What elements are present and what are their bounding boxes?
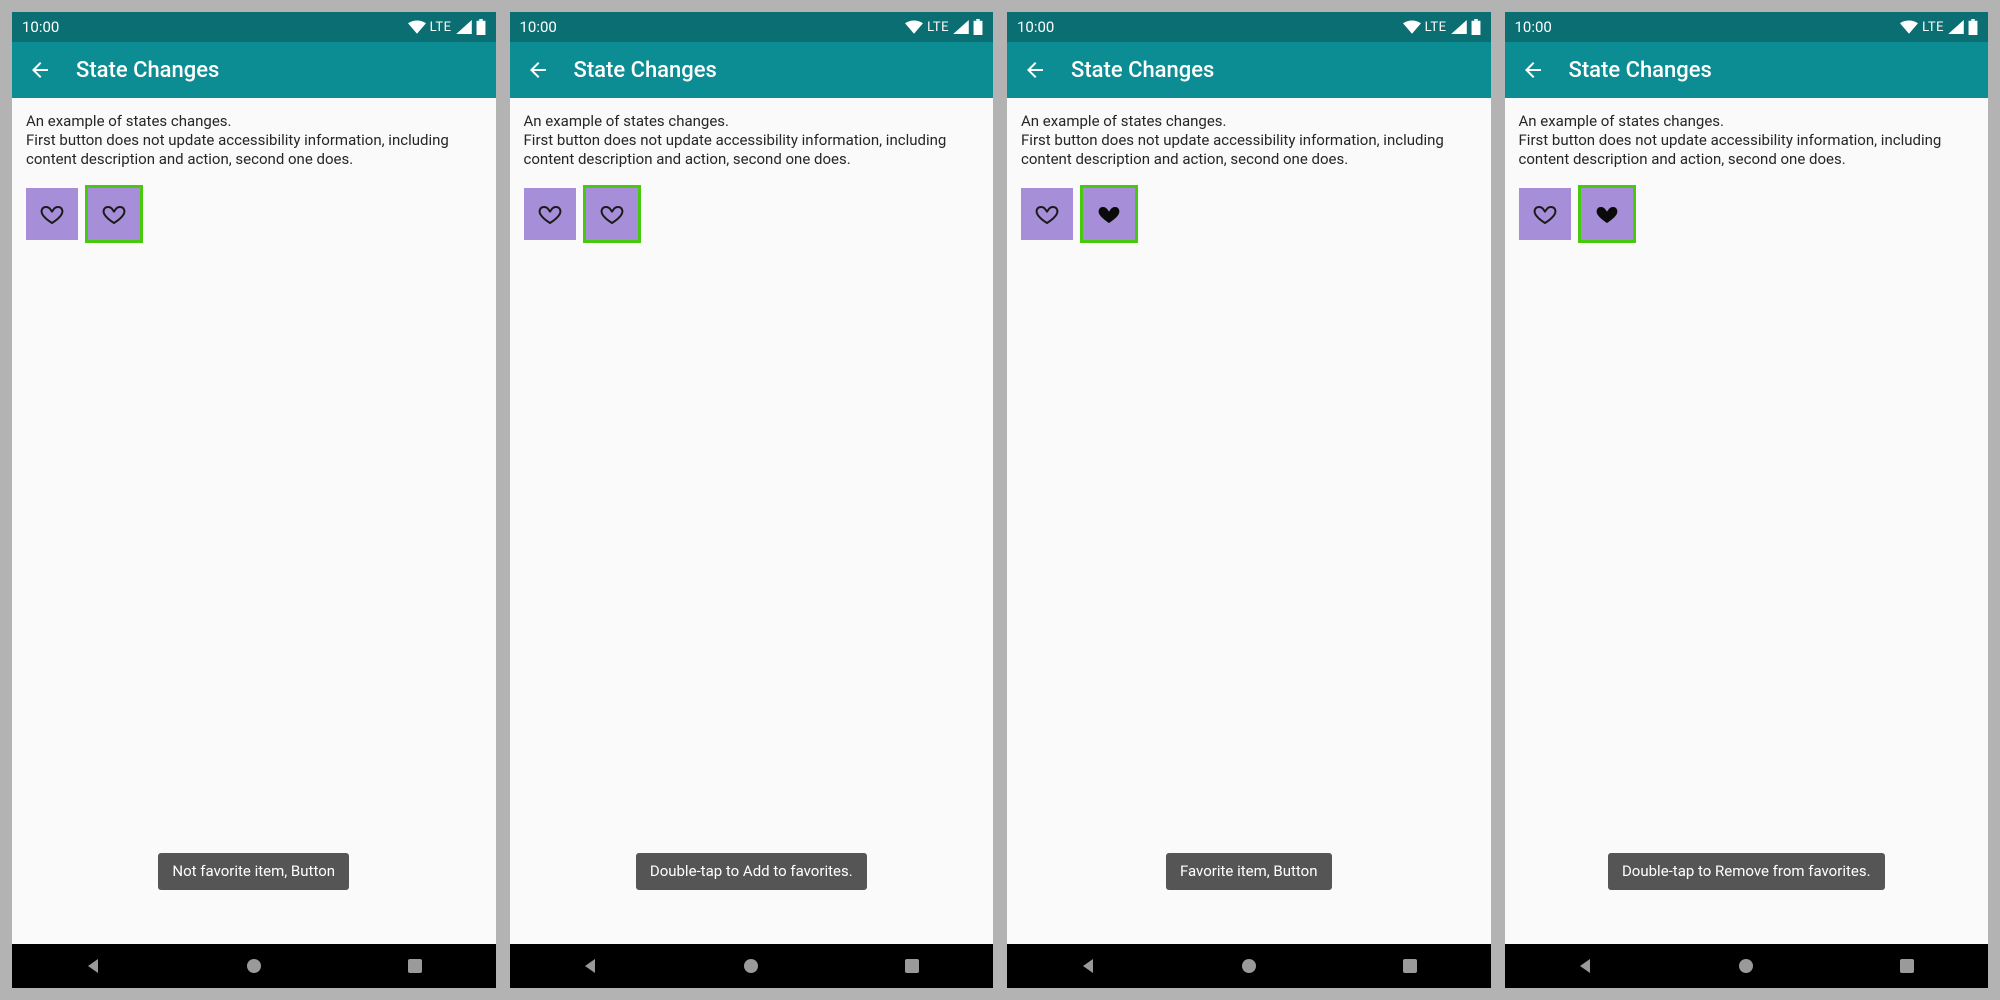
nav-recent-button[interactable] (1885, 944, 1929, 988)
nav-back-button[interactable] (1563, 944, 1607, 988)
favorite-button-2[interactable] (586, 188, 638, 240)
network-label: LTE (430, 20, 452, 35)
heart-outline-icon (600, 202, 624, 226)
toast-container: Double-tap to Add to favorites. (510, 853, 994, 890)
nav-recent-button[interactable] (890, 944, 934, 988)
status-icons: LTE (905, 19, 983, 35)
status-bar: 10:00 LTE (510, 12, 994, 42)
app-bar: State Changes (12, 42, 496, 98)
toast-message: Favorite item, Button (1166, 853, 1332, 890)
content-area: An example of states changes.First butto… (510, 98, 994, 944)
navigation-bar (12, 944, 496, 988)
status-icons: LTE (408, 19, 486, 35)
battery-icon (1471, 19, 1481, 35)
toast-container: Favorite item, Button (1007, 853, 1491, 890)
signal-icon (1948, 20, 1964, 34)
wifi-icon (905, 20, 923, 34)
button-row (1519, 188, 1975, 240)
app-bar: State Changes (1505, 42, 1989, 98)
toast-container: Double-tap to Remove from favorites. (1505, 853, 1989, 890)
description-text: An example of states changes.First butto… (1021, 112, 1477, 168)
favorite-button-1[interactable] (26, 188, 78, 240)
nav-back-button[interactable] (71, 944, 115, 988)
heart-outline-icon (40, 202, 64, 226)
content-area: An example of states changes.First butto… (1007, 98, 1491, 944)
nav-back-button[interactable] (568, 944, 612, 988)
status-icons: LTE (1900, 19, 1978, 35)
status-icons: LTE (1403, 19, 1481, 35)
wifi-icon (1900, 20, 1918, 34)
screen-1: 10:00 LTE State Changes An example of st… (12, 12, 496, 988)
favorite-button-1[interactable] (524, 188, 576, 240)
navigation-bar (510, 944, 994, 988)
button-row (26, 188, 482, 240)
app-title: State Changes (1071, 58, 1214, 83)
network-label: LTE (1425, 20, 1447, 35)
app-title: State Changes (76, 58, 219, 83)
status-time: 10:00 (1017, 18, 1403, 36)
toast-message: Not favorite item, Button (158, 853, 349, 890)
favorite-button-2[interactable] (1581, 188, 1633, 240)
signal-icon (456, 20, 472, 34)
app-title: State Changes (1569, 58, 1712, 83)
signal-icon (1451, 20, 1467, 34)
toast-container: Not favorite item, Button (12, 853, 496, 890)
toast-message: Double-tap to Add to favorites. (636, 853, 867, 890)
content-area: An example of states changes.First butto… (12, 98, 496, 944)
favorite-button-2[interactable] (1083, 188, 1135, 240)
button-row (1021, 188, 1477, 240)
nav-home-button[interactable] (232, 944, 276, 988)
heart-outline-icon (102, 202, 126, 226)
status-bar: 10:00 LTE (12, 12, 496, 42)
heart-filled-icon (1595, 202, 1619, 226)
battery-icon (973, 19, 983, 35)
battery-icon (1968, 19, 1978, 35)
navigation-bar (1505, 944, 1989, 988)
nav-back-button[interactable] (1066, 944, 1110, 988)
screen-3: 10:00 LTE State Changes An example of st… (1007, 12, 1491, 988)
nav-recent-button[interactable] (393, 944, 437, 988)
network-label: LTE (1922, 20, 1944, 35)
status-time: 10:00 (22, 18, 408, 36)
battery-icon (476, 19, 486, 35)
app-bar: State Changes (1007, 42, 1491, 98)
nav-home-button[interactable] (729, 944, 773, 988)
favorite-button-1[interactable] (1021, 188, 1073, 240)
heart-outline-icon (1035, 202, 1059, 226)
button-row (524, 188, 980, 240)
status-time: 10:00 (520, 18, 906, 36)
back-icon[interactable] (28, 58, 52, 82)
description-text: An example of states changes.First butto… (1519, 112, 1975, 168)
screen-4: 10:00 LTE State Changes An example of st… (1505, 12, 1989, 988)
signal-icon (953, 20, 969, 34)
app-bar: State Changes (510, 42, 994, 98)
favorite-button-1[interactable] (1519, 188, 1571, 240)
status-time: 10:00 (1515, 18, 1901, 36)
screen-2: 10:00 LTE State Changes An example of st… (510, 12, 994, 988)
description-text: An example of states changes.First butto… (524, 112, 980, 168)
heart-outline-icon (1533, 202, 1557, 226)
wifi-icon (1403, 20, 1421, 34)
toast-message: Double-tap to Remove from favorites. (1608, 853, 1885, 890)
heart-filled-icon (1097, 202, 1121, 226)
nav-home-button[interactable] (1724, 944, 1768, 988)
network-label: LTE (927, 20, 949, 35)
status-bar: 10:00 LTE (1505, 12, 1989, 42)
favorite-button-2[interactable] (88, 188, 140, 240)
back-icon[interactable] (1521, 58, 1545, 82)
nav-home-button[interactable] (1227, 944, 1271, 988)
content-area: An example of states changes.First butto… (1505, 98, 1989, 944)
description-text: An example of states changes.First butto… (26, 112, 482, 168)
wifi-icon (408, 20, 426, 34)
navigation-bar (1007, 944, 1491, 988)
heart-outline-icon (538, 202, 562, 226)
status-bar: 10:00 LTE (1007, 12, 1491, 42)
back-icon[interactable] (526, 58, 550, 82)
app-title: State Changes (574, 58, 717, 83)
nav-recent-button[interactable] (1388, 944, 1432, 988)
back-icon[interactable] (1023, 58, 1047, 82)
